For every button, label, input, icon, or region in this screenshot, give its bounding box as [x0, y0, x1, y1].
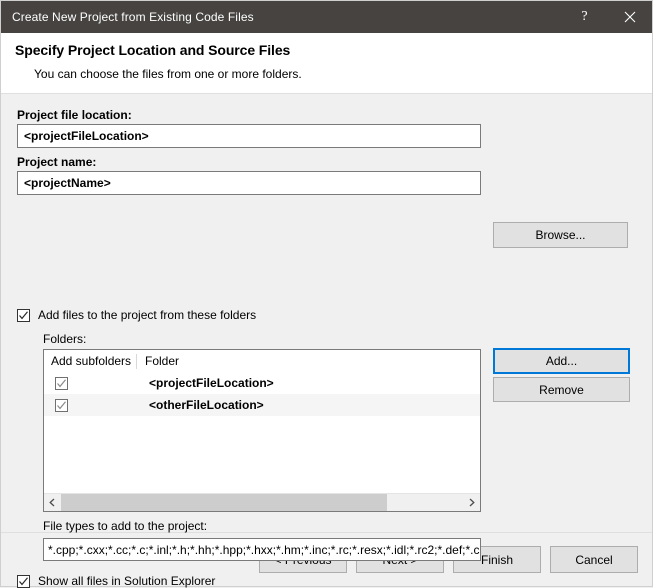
browse-button[interactable]: Browse...	[493, 222, 628, 248]
show-all-files-checkbox-label: Show all files in Solution Explorer	[38, 574, 215, 588]
listview-header: Add subfolders Folder	[44, 350, 480, 372]
project-name-label: Project name:	[17, 155, 96, 169]
checkmark-icon	[18, 310, 29, 321]
checkbox-icon	[17, 575, 30, 588]
add-files-checkbox[interactable]: Add files to the project from these fold…	[17, 308, 256, 322]
question-mark-icon: ?	[581, 10, 587, 24]
page-subtitle: You can choose the files from one or mor…	[15, 67, 652, 81]
cancel-button[interactable]: Cancel	[550, 546, 638, 573]
show-all-files-checkbox[interactable]: Show all files in Solution Explorer	[17, 574, 215, 588]
column-header-add-subfolders[interactable]: Add subfolders	[44, 354, 137, 369]
horizontal-scrollbar[interactable]	[44, 493, 480, 511]
add-folder-button[interactable]: Add...	[493, 348, 630, 374]
checkmark-icon	[56, 378, 67, 389]
project-name-input[interactable]: <projectName>	[17, 171, 481, 195]
dialog-body: Project file location: <projectFileLocat…	[1, 94, 652, 532]
table-row[interactable]: <projectFileLocation>	[44, 372, 480, 394]
dialog-window: Create New Project from Existing Code Fi…	[0, 0, 653, 587]
project-file-location-input[interactable]: <projectFileLocation>	[17, 124, 481, 148]
project-file-location-label: Project file location:	[17, 108, 132, 122]
scrollbar-track[interactable]	[61, 494, 463, 511]
scrollbar-thumb[interactable]	[61, 494, 387, 511]
chevron-left-icon	[48, 498, 57, 507]
page-title: Specify Project Location and Source File…	[15, 42, 652, 58]
add-files-checkbox-label: Add files to the project from these fold…	[38, 308, 256, 322]
header-band: Specify Project Location and Source File…	[1, 33, 652, 94]
scroll-left-button[interactable]	[44, 494, 61, 511]
row-subfolders-checkbox[interactable]	[44, 399, 137, 412]
row-folder-value: <otherFileLocation>	[137, 398, 264, 412]
column-header-folder[interactable]: Folder	[137, 354, 179, 369]
folders-label: Folders:	[43, 332, 86, 346]
checkmark-icon	[56, 400, 67, 411]
file-types-input[interactable]: *.cpp;*.cxx;*.cc;*.c;*.inl;*.h;*.hh;*.hp…	[43, 538, 481, 561]
title-bar: Create New Project from Existing Code Fi…	[1, 1, 652, 33]
checkmark-icon	[18, 576, 29, 587]
checkbox-icon	[55, 377, 68, 390]
close-button[interactable]	[607, 1, 652, 33]
file-types-label: File types to add to the project:	[43, 519, 207, 533]
checkbox-icon	[17, 309, 30, 322]
chevron-right-icon	[467, 498, 476, 507]
remove-folder-button[interactable]: Remove	[493, 377, 630, 402]
table-row[interactable]: <otherFileLocation>	[44, 394, 480, 416]
folders-listview[interactable]: Add subfolders Folder <projectFileLocati…	[43, 349, 481, 512]
scroll-right-button[interactable]	[463, 494, 480, 511]
close-icon	[624, 11, 636, 23]
checkbox-icon	[55, 399, 68, 412]
help-button[interactable]: ?	[562, 1, 607, 33]
window-title: Create New Project from Existing Code Fi…	[1, 10, 254, 24]
row-folder-value: <projectFileLocation>	[137, 376, 274, 390]
row-subfolders-checkbox[interactable]	[44, 377, 137, 390]
listview-rows: <projectFileLocation> <otherFileLocation…	[44, 372, 480, 493]
